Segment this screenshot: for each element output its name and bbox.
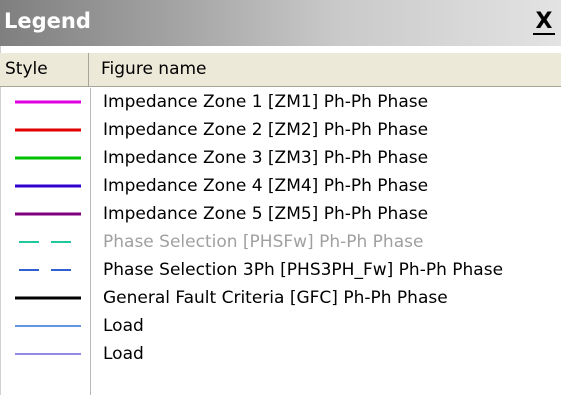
table-header: Style Figure name — [0, 53, 561, 87]
line-style-icon — [15, 128, 81, 132]
line-style-icon — [15, 296, 81, 300]
table-row[interactable]: Impedance Zone 2 [ZM2] Ph-Ph Phase — [0, 116, 561, 144]
line-style-icon — [15, 100, 81, 104]
line-style-swatch — [0, 256, 91, 284]
line-style-icon — [15, 353, 81, 355]
legend-window: Legend X Style Figure name Impedance Zon… — [0, 0, 561, 395]
line-style-icon — [15, 241, 81, 243]
figure-name: Load — [103, 344, 144, 364]
figure-name: Phase Selection [PHSFw] Ph-Ph Phase — [103, 232, 424, 252]
line-style-icon — [15, 184, 81, 188]
figure-name: Impedance Zone 1 [ZM1] Ph-Ph Phase — [103, 92, 429, 112]
line-style-swatch — [0, 144, 91, 172]
title-bar[interactable]: Legend X — [0, 0, 561, 46]
line-style-icon — [15, 325, 81, 327]
line-style-swatch — [0, 200, 91, 228]
line-style-icon — [15, 269, 81, 271]
line-style-swatch — [0, 340, 91, 368]
empty-row — [0, 368, 91, 395]
close-icon[interactable]: X — [533, 11, 555, 35]
column-header-style[interactable]: Style — [0, 53, 89, 86]
table-row[interactable]: Impedance Zone 5 [ZM5] Ph-Ph Phase — [0, 200, 561, 228]
table-row[interactable]: Load — [0, 340, 561, 368]
figure-name: Phase Selection 3Ph [PHS3PH_Fw] Ph-Ph Ph… — [103, 260, 504, 280]
line-style-icon — [15, 156, 81, 160]
table-row[interactable]: Phase Selection 3Ph [PHS3PH_Fw] Ph-Ph Ph… — [0, 256, 561, 284]
line-style-swatch — [0, 172, 91, 200]
figure-name: Impedance Zone 5 [ZM5] Ph-Ph Phase — [103, 204, 429, 224]
table-row[interactable]: Load — [0, 312, 561, 340]
line-style-swatch — [0, 116, 91, 144]
line-style-swatch — [0, 228, 91, 256]
figure-name: Load — [103, 316, 144, 336]
legend-list: Impedance Zone 1 [ZM1] Ph-Ph Phase Impeda… — [0, 88, 561, 368]
line-style-swatch — [0, 88, 91, 116]
window-title: Legend — [4, 9, 91, 33]
line-style-swatch — [0, 312, 91, 340]
table-row[interactable]: Impedance Zone 4 [ZM4] Ph-Ph Phase — [0, 172, 561, 200]
figure-name: General Fault Criteria [GFC] Ph-Ph Phase — [103, 288, 448, 308]
figure-name: Impedance Zone 2 [ZM2] Ph-Ph Phase — [103, 120, 429, 140]
table-row[interactable]: Impedance Zone 3 [ZM3] Ph-Ph Phase — [0, 144, 561, 172]
line-style-swatch — [0, 284, 91, 312]
column-header-figure-name[interactable]: Figure name — [89, 53, 561, 86]
table-row[interactable]: Impedance Zone 1 [ZM1] Ph-Ph Phase — [0, 88, 561, 116]
figure-name: Impedance Zone 4 [ZM4] Ph-Ph Phase — [103, 176, 429, 196]
figure-name: Impedance Zone 3 [ZM3] Ph-Ph Phase — [103, 148, 429, 168]
table-row[interactable]: Phase Selection [PHSFw] Ph-Ph Phase — [0, 228, 561, 256]
line-style-icon — [15, 212, 81, 216]
table-row[interactable]: General Fault Criteria [GFC] Ph-Ph Phase — [0, 284, 561, 312]
